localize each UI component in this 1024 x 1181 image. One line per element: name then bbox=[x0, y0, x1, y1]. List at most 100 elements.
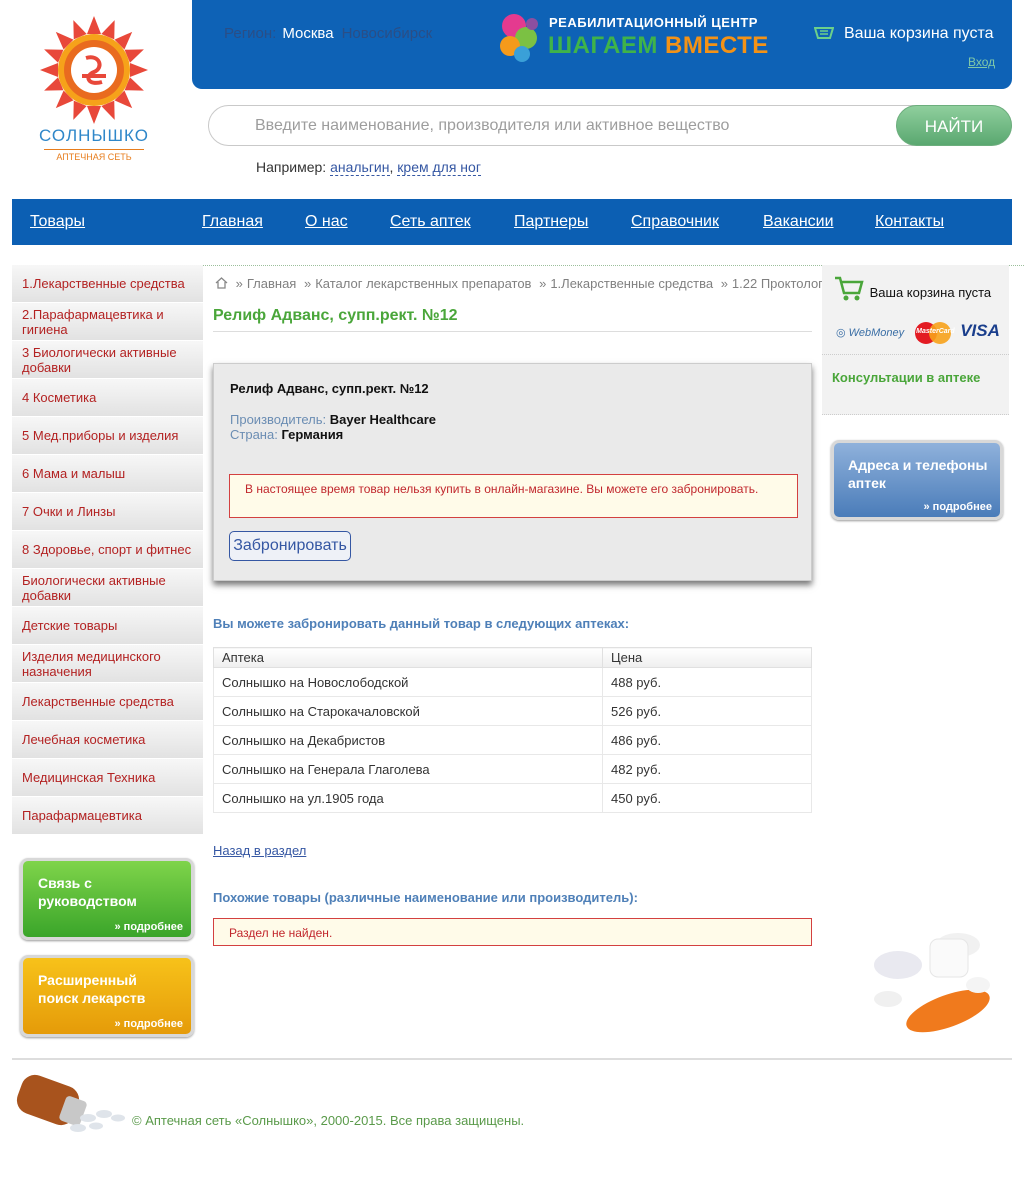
rehab-title: РЕАБИЛИТАЦИОННЫЙ ЦЕНТР bbox=[549, 15, 758, 30]
example-label: Например: bbox=[256, 159, 327, 175]
table-row: Солнышко на ул.1905 года 450 руб. bbox=[213, 783, 812, 813]
shopping-cart-icon bbox=[835, 276, 864, 301]
table-row: Солнышко на Декабристов 486 руб. bbox=[213, 725, 812, 755]
site-logo[interactable]: СОЛНЫШКО АПТЕЧНАЯ СЕТЬ bbox=[26, 14, 166, 164]
rehab-slogan: ШАГАЕМ ВМЕСТЕ bbox=[548, 32, 769, 60]
promo-more: » подробнее bbox=[114, 1018, 183, 1030]
category-item[interactable]: Лечебная косметика bbox=[12, 721, 203, 759]
pharmacies-heading: Вы можете забронировать данный товар в с… bbox=[213, 616, 630, 631]
category-item[interactable]: Детские товары bbox=[12, 607, 203, 645]
search-input[interactable] bbox=[255, 106, 895, 145]
mastercard-icon: MasterCard bbox=[915, 322, 955, 345]
category-menu: 1.Лекарственные средства 2.Парафармацевт… bbox=[12, 265, 203, 835]
category-item[interactable]: Изделия медицинского назначения bbox=[12, 645, 203, 683]
page-title: Релиф Адванс, супп.рект. №12 bbox=[213, 307, 812, 332]
breadcrumb-item[interactable]: Каталог лекарственных препаратов bbox=[315, 276, 531, 291]
pharmacy-name: Солнышко на Декабристов bbox=[213, 725, 603, 755]
category-item[interactable]: 3 Биологически активные добавки bbox=[12, 341, 203, 379]
rehab-logo-icon bbox=[500, 14, 538, 62]
pills-illustration bbox=[874, 933, 990, 1033]
category-item[interactable]: 7 Очки и Линзы bbox=[12, 493, 203, 531]
payment-methods: ◎ WebMoney MasterCard VISA bbox=[836, 321, 1000, 345]
divider bbox=[822, 414, 1009, 415]
country-value: Германия bbox=[281, 427, 344, 442]
pharmacy-price-table: Аптека Цена Солнышко на Новослободской 48… bbox=[213, 647, 812, 813]
contact-management-banner[interactable]: Связь с руководством » подробнее bbox=[20, 858, 194, 940]
category-item[interactable]: 6 Мама и малыш bbox=[12, 455, 203, 493]
divider bbox=[822, 354, 1009, 355]
reserve-button[interactable]: Забронировать bbox=[229, 531, 351, 561]
nav-about[interactable]: О нас bbox=[305, 213, 348, 231]
category-item[interactable]: 2.Парафармацевтика и гигиена bbox=[12, 303, 203, 341]
breadcrumb-item[interactable]: Главная bbox=[247, 276, 296, 291]
pharmacy-name: Солнышко на Новослободской bbox=[213, 667, 603, 697]
pharmacy-price: 482 руб. bbox=[602, 754, 812, 784]
category-item[interactable]: 4 Косметика bbox=[12, 379, 203, 417]
pharmacy-name: Солнышко на ул.1905 года bbox=[213, 783, 603, 813]
pharmacy-addresses-banner[interactable]: Адреса и телефоны аптек » подробнее bbox=[831, 440, 1003, 520]
similar-heading: Похожие товары (различные наименование и… bbox=[213, 890, 638, 905]
pharmacy-price: 450 руб. bbox=[602, 783, 812, 813]
breadcrumb: » Главная » Каталог лекарственных препарат… bbox=[215, 276, 837, 291]
table-row: Солнышко на Новослободской 488 руб. bbox=[213, 667, 812, 697]
sidebar-cart-text: Ваша корзина пуста bbox=[869, 285, 992, 300]
visa-icon: VISA bbox=[960, 321, 1000, 340]
search-examples: Например: анальгин, крем для ног bbox=[256, 159, 481, 176]
pharmacy-price: 486 руб. bbox=[602, 725, 812, 755]
login-link[interactable]: Вход bbox=[968, 55, 995, 69]
category-item[interactable]: Медицинская Техника bbox=[12, 759, 203, 797]
nav-vacancies[interactable]: Вакансии bbox=[763, 213, 834, 231]
category-item[interactable]: Лекарственные средства bbox=[12, 683, 203, 721]
pharmacy-price: 488 руб. bbox=[602, 667, 812, 697]
region-moscow[interactable]: Москва bbox=[282, 25, 333, 42]
back-to-section-link[interactable]: Назад в раздел bbox=[213, 843, 306, 858]
manufacturer-row: Производитель: Bayer Healthcare bbox=[230, 412, 437, 427]
breadcrumb-item[interactable]: 1.Лекарственные средства bbox=[550, 276, 713, 291]
advanced-search-banner[interactable]: Расширенный поиск лекарств » подробнее bbox=[20, 955, 194, 1037]
column-header-price: Цена bbox=[602, 647, 812, 668]
example-link-2[interactable]: крем для ног bbox=[397, 159, 481, 176]
header-cart[interactable]: Ваша корзина пуста bbox=[814, 25, 994, 43]
category-item[interactable]: 8 Здоровье, спорт и фитнес bbox=[12, 531, 203, 569]
home-icon[interactable] bbox=[215, 277, 228, 289]
nav-home[interactable]: Главная bbox=[202, 213, 263, 231]
nav-pharmacy-network[interactable]: Сеть аптек bbox=[390, 213, 471, 231]
pharmacy-name: Солнышко на Старокачаловской bbox=[213, 696, 603, 726]
product-card: Релиф Адванс, супп.рект. №12 Производите… bbox=[213, 363, 812, 581]
rehab-center-banner[interactable]: РЕАБИЛИТАЦИОННЫЙ ЦЕНТР ШАГАЕМ ВМЕСТЕ bbox=[492, 8, 797, 68]
pharmacy-name: Солнышко на Генерала Глаголева bbox=[213, 754, 603, 784]
nav-contacts[interactable]: Контакты bbox=[875, 213, 944, 231]
example-link-1[interactable]: анальгин bbox=[330, 159, 390, 176]
logo-subtitle: АПТЕЧНАЯ СЕТЬ bbox=[44, 149, 144, 162]
consultations-link[interactable]: Консультации в аптеке bbox=[832, 370, 980, 385]
region-selector: Регион: Москва Новосибирск bbox=[224, 25, 432, 42]
promo-more: » подробнее bbox=[114, 921, 183, 933]
category-item[interactable]: Парафармацевтика bbox=[12, 797, 203, 835]
promo-more: » подробнее bbox=[923, 501, 992, 513]
column-header-pharmacy: Аптека bbox=[213, 647, 603, 668]
search-bar: НАЙТИ bbox=[208, 105, 1012, 146]
sidebar-cart[interactable]: Ваша корзина пуста bbox=[834, 275, 991, 303]
search-button[interactable]: НАЙТИ bbox=[896, 105, 1012, 146]
category-item[interactable]: 1.Лекарственные средства bbox=[12, 265, 203, 303]
pill-bottle-illustration bbox=[16, 1074, 125, 1132]
footer-divider bbox=[12, 1058, 1012, 1060]
unavailable-notice: В настоящее время товар нельзя купить в … bbox=[229, 474, 798, 518]
region-novosibirsk[interactable]: Новосибирск bbox=[342, 25, 433, 42]
promo-title: Адреса и телефоны аптек bbox=[848, 457, 988, 491]
sun-logo-icon bbox=[40, 16, 148, 124]
nav-partners[interactable]: Партнеры bbox=[514, 213, 588, 231]
table-row: Солнышко на Старокачаловской 526 руб. bbox=[213, 696, 812, 726]
right-sidebar: Ваша корзина пуста ◎ WebMoney MasterCard… bbox=[822, 265, 1009, 415]
copyright-text: © Аптечная сеть «Солнышко», 2000-2015. В… bbox=[132, 1113, 525, 1128]
manufacturer-value: Bayer Healthcare bbox=[329, 412, 437, 427]
category-item[interactable]: Биологически активные добавки bbox=[12, 569, 203, 607]
rehab-word-2: ВМЕСТЕ bbox=[665, 32, 769, 59]
rehab-word-1: ШАГАЕМ bbox=[548, 32, 658, 59]
main-nav: Товары Главная О нас Сеть аптек Партнеры… bbox=[12, 199, 1012, 245]
category-item[interactable]: 5 Мед.приборы и изделия bbox=[12, 417, 203, 455]
nav-reference[interactable]: Справочник bbox=[631, 213, 719, 231]
pharmacy-price: 526 руб. bbox=[602, 696, 812, 726]
header-cart-text: Ваша корзина пуста bbox=[844, 25, 994, 42]
nav-goods[interactable]: Товары bbox=[30, 213, 85, 231]
